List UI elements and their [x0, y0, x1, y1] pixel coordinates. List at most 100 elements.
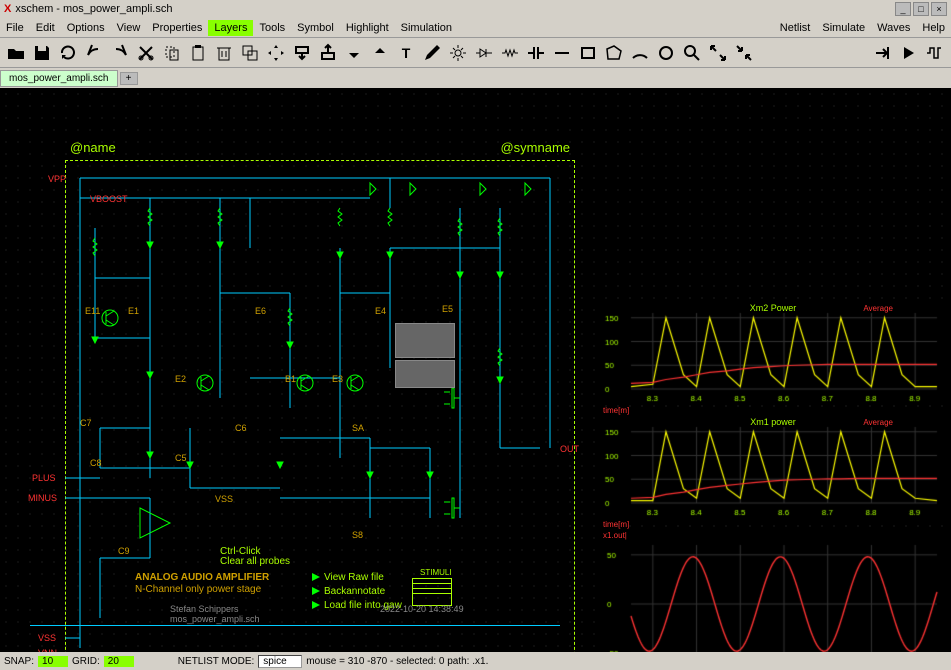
zoomout-icon[interactable] [732, 41, 756, 65]
undo-icon[interactable] [82, 41, 106, 65]
plot1-xlabel: time[m] [603, 406, 629, 415]
menu-simulation[interactable]: Simulation [395, 20, 458, 36]
menu-help[interactable]: Help [916, 20, 951, 36]
netlist-label: NETLIST MODE: [174, 656, 259, 667]
menu-simulate[interactable]: Simulate [816, 20, 871, 36]
node-c5: C5 [175, 453, 187, 463]
node-e6: E6 [255, 306, 266, 316]
redo-icon[interactable] [108, 41, 132, 65]
action-backannotate[interactable]: Backannotate [312, 586, 385, 597]
delete-icon[interactable] [212, 41, 236, 65]
menu-waves[interactable]: Waves [871, 20, 916, 36]
pin-minus: MINUS [28, 493, 57, 503]
amp-title2: N-Channel only power stage [135, 584, 261, 595]
push-icon[interactable] [290, 41, 314, 65]
plots-panel: Xm2 Power Average time[m] Xm1 power Aver… [603, 303, 943, 652]
canvas[interactable]: @name @symname [0, 88, 951, 652]
open-icon[interactable] [4, 41, 28, 65]
move-icon[interactable] [264, 41, 288, 65]
node-e1: E1 [128, 306, 139, 316]
menu-file[interactable]: File [0, 20, 30, 36]
down-arrow-icon[interactable] [342, 41, 366, 65]
node-e3: E3 [332, 374, 343, 384]
sun-icon[interactable] [446, 41, 470, 65]
text-icon[interactable]: T [394, 41, 418, 65]
app-icon: X [4, 3, 11, 15]
menu-highlight[interactable]: Highlight [340, 20, 395, 36]
close-button[interactable]: × [931, 2, 947, 16]
image-placeholder-2 [395, 360, 455, 388]
footer-author: Stefan Schippers [170, 604, 239, 614]
menu-symbol[interactable]: Symbol [291, 20, 340, 36]
node-e4: E4 [375, 306, 386, 316]
grid-value[interactable]: 20 [104, 656, 134, 667]
menu-netlist[interactable]: Netlist [774, 20, 817, 36]
duplicate-icon[interactable] [238, 41, 262, 65]
diode-icon[interactable] [472, 41, 496, 65]
action-raw[interactable]: View Raw file [312, 572, 384, 583]
amp-title1: ANALOG AUDIO AMPLIFIER [135, 572, 269, 583]
stimuli-box [412, 578, 452, 606]
plot-out: x1.out| time[m] [603, 531, 943, 652]
resistor-icon[interactable] [498, 41, 522, 65]
line-icon[interactable] [550, 41, 574, 65]
node-e2: E2 [175, 374, 186, 384]
footer-timestamp: 2022-10-20 14:38:49 [380, 604, 464, 614]
node-c8: C8 [90, 458, 102, 468]
window-titlebar: X xschem - mos_power_ampli.sch _ □ × [0, 0, 951, 18]
capacitor-icon[interactable] [524, 41, 548, 65]
pin-out: OUT [560, 444, 579, 454]
tab-add-button[interactable]: + [120, 72, 138, 85]
menu-tools[interactable]: Tools [253, 20, 291, 36]
plot3-siglabel: x1.out| [603, 531, 627, 540]
menu-properties[interactable]: Properties [146, 20, 208, 36]
plot-xm1: Xm1 power Average time[m] [603, 417, 943, 527]
circle-icon[interactable] [654, 41, 678, 65]
schematic-svg [20, 148, 580, 652]
stimuli-label: STIMULI [420, 568, 452, 577]
tab-bar: mos_power_ampli.sch + [0, 68, 951, 88]
node-b1: B1 [285, 374, 296, 384]
snap-value[interactable]: 10 [38, 656, 68, 667]
minimize-button[interactable]: _ [895, 2, 911, 16]
node-sa: SA [352, 423, 364, 433]
footer-rule [30, 625, 560, 626]
node-e11: E11 [85, 306, 100, 316]
pin-vnn: VNN [38, 648, 57, 652]
node-c7: C7 [80, 418, 92, 428]
image-placeholder-1 [395, 323, 455, 358]
menu-layers[interactable]: Layers [208, 20, 253, 36]
copy-icon[interactable] [160, 41, 184, 65]
node-e5: E5 [442, 304, 453, 314]
pop-icon[interactable] [316, 41, 340, 65]
netlist-value[interactable]: spice [258, 655, 302, 668]
cut-icon[interactable] [134, 41, 158, 65]
save-icon[interactable] [30, 41, 54, 65]
footer-file: mos_power_ampli.sch [170, 614, 260, 624]
plot-xm2: Xm2 Power Average time[m] [603, 303, 943, 413]
wave-icon[interactable] [923, 41, 947, 65]
goto-icon[interactable] [871, 41, 895, 65]
arc-icon[interactable] [628, 41, 652, 65]
reload-icon[interactable] [56, 41, 80, 65]
status-bar: SNAP: 10 GRID: 20 NETLIST MODE: spice mo… [0, 652, 951, 670]
pin-vpp: VPP [48, 174, 66, 184]
rect-icon[interactable] [576, 41, 600, 65]
maximize-button[interactable]: □ [913, 2, 929, 16]
snap-label: SNAP: [0, 656, 38, 667]
zoom-icon[interactable] [680, 41, 704, 65]
menu-options[interactable]: Options [61, 20, 111, 36]
pencil-icon[interactable] [420, 41, 444, 65]
polygon-icon[interactable] [602, 41, 626, 65]
zoomin-icon[interactable] [706, 41, 730, 65]
svg-text:T: T [402, 45, 411, 61]
pin-plus: PLUS [32, 473, 56, 483]
run-icon[interactable] [897, 41, 921, 65]
menu-edit[interactable]: Edit [30, 20, 61, 36]
menu-bar: File Edit Options View Properties Layers… [0, 18, 951, 38]
menu-view[interactable]: View [111, 20, 147, 36]
paste-icon[interactable] [186, 41, 210, 65]
mouse-status: mouse = 310 -870 - selected: 0 path: .x1… [302, 656, 492, 667]
up-arrow-icon[interactable] [368, 41, 392, 65]
tab-current[interactable]: mos_power_ampli.sch [0, 70, 118, 87]
